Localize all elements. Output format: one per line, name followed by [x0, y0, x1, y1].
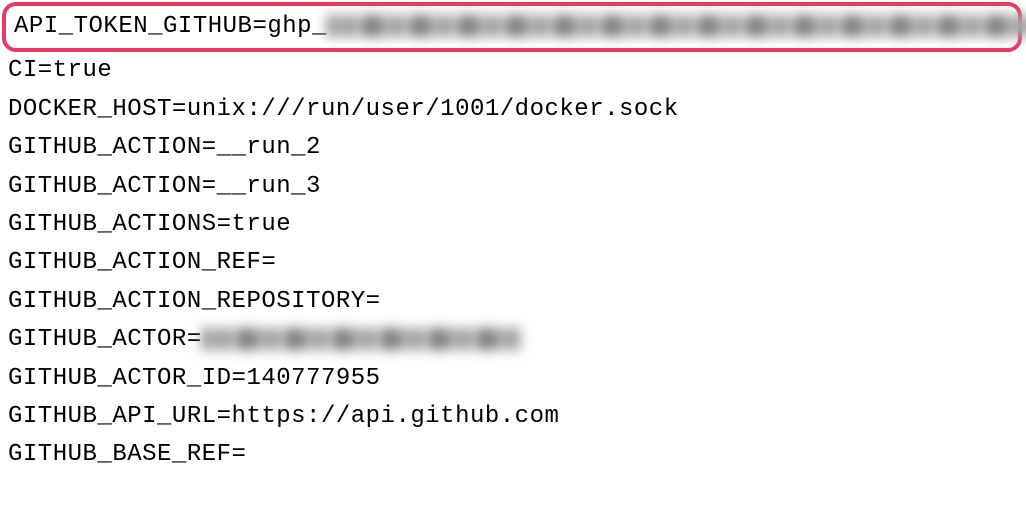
env-vars-list: API_TOKEN_GITHUB=ghp_ CI=true DOCKER_HOS… [0, 2, 1026, 475]
env-line-ci: CI=true [0, 52, 1026, 90]
env-value-prefix: ghp_ [267, 13, 327, 40]
env-line-github-action-ref: GITHUB_ACTION_REF= [0, 244, 1026, 282]
env-line-github-action-2: GITHUB_ACTION=__run_3 [0, 168, 1026, 206]
env-key: GITHUB_ACTOR= [8, 326, 202, 353]
env-line-github-actor: GITHUB_ACTOR= [0, 321, 1026, 359]
env-line-github-actor-id: GITHUB_ACTOR_ID=140777955 [0, 360, 1026, 398]
env-line-api-token-github: API_TOKEN_GITHUB=ghp_ [2, 2, 1022, 52]
redacted-token [327, 15, 1026, 37]
env-line-github-action-1: GITHUB_ACTION=__run_2 [0, 129, 1026, 167]
env-line-github-actions: GITHUB_ACTIONS=true [0, 206, 1026, 244]
redacted-actor [202, 328, 522, 350]
env-line-github-base-ref: GITHUB_BASE_REF= [0, 436, 1026, 474]
env-line-github-action-repository: GITHUB_ACTION_REPOSITORY= [0, 283, 1026, 321]
env-line-github-api-url: GITHUB_API_URL=https://api.github.com [0, 398, 1026, 436]
env-key: API_TOKEN_GITHUB [14, 13, 252, 40]
env-line-docker-host: DOCKER_HOST=unix:///run/user/1001/docker… [0, 91, 1026, 129]
